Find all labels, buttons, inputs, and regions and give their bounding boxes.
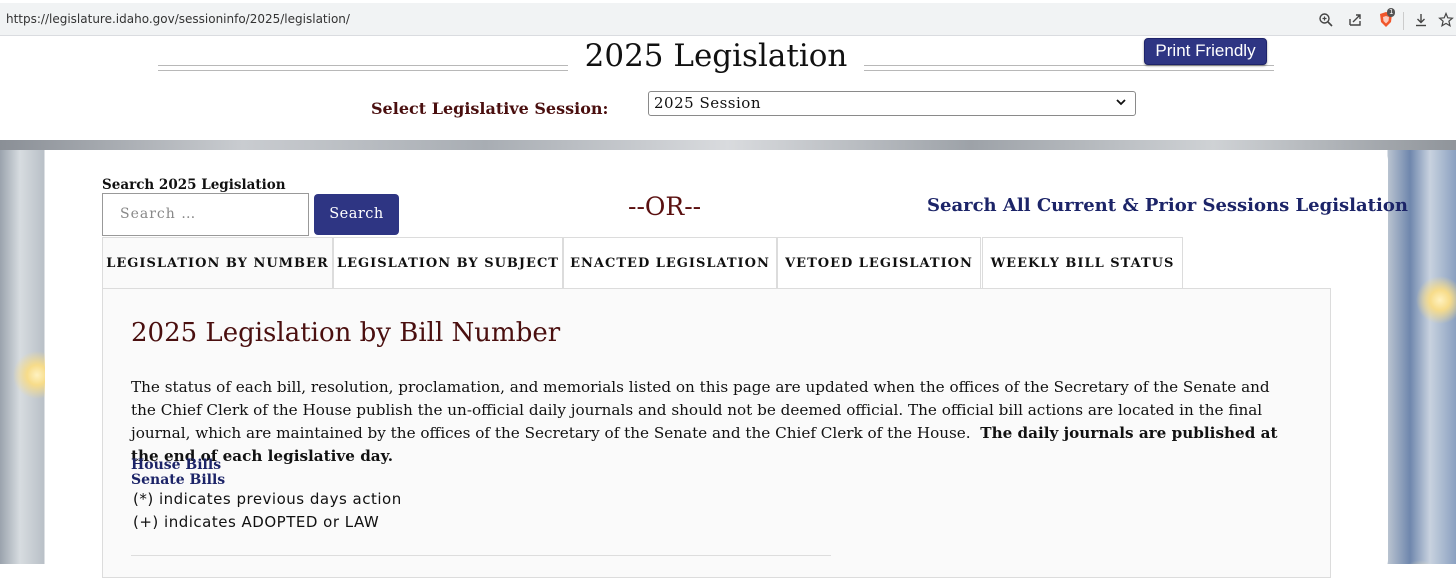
content-title: 2025 Legislation by Bill Number [131,318,561,348]
session-label: Select Legislative Session: [371,99,609,118]
page-header: 2025 Legislation Print Friendly Select L… [0,36,1456,140]
search-input[interactable]: Search … [102,193,309,236]
chevron-down-icon [1115,92,1127,122]
zoom-icon[interactable] [1317,11,1335,29]
status-paragraph: The status of each bill, resolution, pro… [131,376,1281,468]
senate-bills-link[interactable]: Senate Bills [131,472,225,488]
tab-legislation-by-subject[interactable]: LEGISLATION BY SUBJECT [333,237,563,288]
legend-adopted-law: (+) indicates ADOPTED or LAW [133,513,380,531]
browser-address-bar[interactable]: https://legislature.idaho.gov/sessioninf… [0,0,1456,36]
session-select[interactable]: 2025 Session [648,91,1136,116]
brave-shield-icon[interactable]: 1 [1377,8,1396,29]
background-strip [0,140,1456,150]
print-friendly-button[interactable]: Print Friendly [1144,38,1267,65]
legend-previous-days: (*) indicates previous days action [133,490,402,508]
tab-weekly-bill-status[interactable]: WEEKLY BILL STATUS [982,237,1183,288]
house-bills-link[interactable]: House Bills [131,457,221,473]
tab-vetoed-legislation[interactable]: VETOED LEGISLATION [777,237,981,288]
tab-legislation-by-number[interactable]: LEGISLATION BY NUMBER [102,237,333,289]
search-label: Search 2025 Legislation [102,177,286,193]
search-all-sessions-link[interactable]: Search All Current & Prior Sessions Legi… [927,195,1408,216]
tab-enacted-legislation[interactable]: ENACTED LEGISLATION [563,237,777,288]
session-select-value: 2025 Session [654,94,761,112]
bookmark-icon[interactable] [1437,11,1455,29]
divider [131,555,831,556]
or-separator: --OR-- [628,192,702,221]
download-icon[interactable] [1412,11,1430,29]
search-button[interactable]: Search [314,194,399,235]
url-text[interactable]: https://legislature.idaho.gov/sessioninf… [6,12,350,26]
toolbar-divider [1403,12,1404,30]
share-icon[interactable] [1346,11,1364,29]
